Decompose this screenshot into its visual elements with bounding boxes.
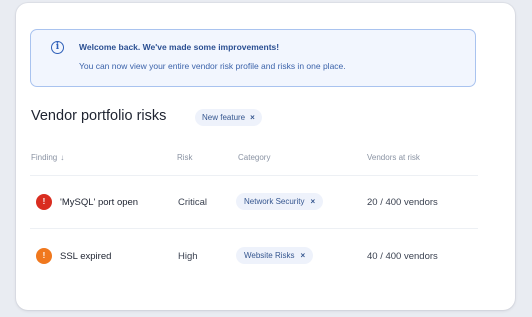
vendors-at-risk: 40 / 400 vendors <box>367 251 438 262</box>
column-header-finding-label: Finding <box>31 153 58 162</box>
alert-body: You can now view your entire vendor risk… <box>79 61 346 71</box>
info-alert: i Welcome back. We've made some improvem… <box>30 29 476 87</box>
critical-risk-icon: ! <box>36 194 52 210</box>
vendors-at-risk: 20 / 400 vendors <box>367 197 438 208</box>
risk-level: High <box>178 251 198 262</box>
column-header-category: Category <box>238 153 271 162</box>
close-icon[interactable]: × <box>310 197 315 206</box>
risk-level: Critical <box>178 197 208 208</box>
row-divider <box>30 228 478 229</box>
section-title: Vendor portfolio risks <box>31 108 167 124</box>
row-divider <box>30 175 478 176</box>
badge-label: New feature <box>202 113 246 122</box>
info-icon: i <box>51 41 64 54</box>
close-icon[interactable]: × <box>250 113 255 122</box>
category-tag: Website Risks × <box>236 247 314 264</box>
column-header-finding[interactable]: Finding ↓ <box>31 153 64 162</box>
close-icon[interactable]: × <box>301 251 306 260</box>
category-label: Website Risks <box>244 251 295 260</box>
alert-title: Welcome back. We've made some improvemen… <box>79 42 280 52</box>
column-header-risk: Risk <box>177 153 193 162</box>
sort-down-icon: ↓ <box>60 153 65 162</box>
category-label: Network Security <box>244 197 305 206</box>
high-risk-icon: ! <box>36 248 52 264</box>
column-header-vendors: Vendors at risk <box>367 153 420 162</box>
finding-name: SSL expired <box>60 251 112 262</box>
finding-name: 'MySQL' port open <box>60 197 139 208</box>
new-feature-badge: New feature × <box>195 109 262 126</box>
category-tag: Network Security × <box>236 193 324 210</box>
